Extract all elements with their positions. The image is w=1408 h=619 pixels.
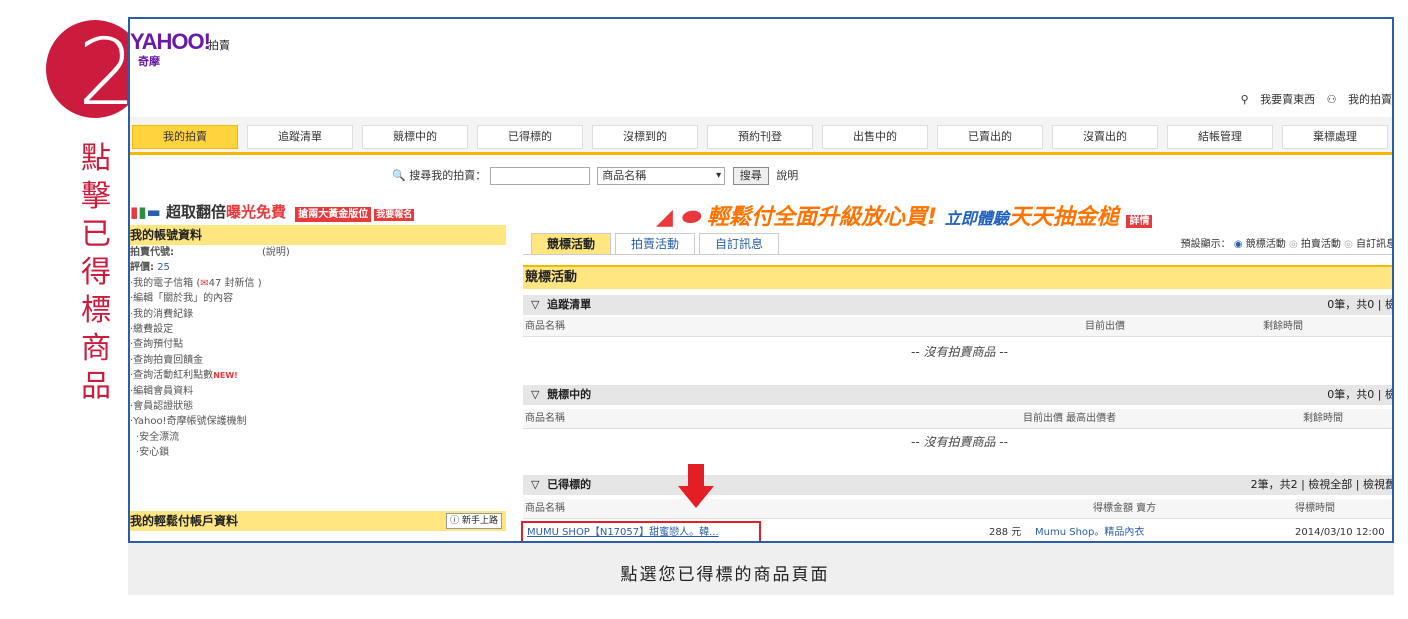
tab-bidding[interactable]: 競標中的 — [362, 125, 468, 149]
radio-bidding[interactable]: ◉ — [1234, 239, 1243, 250]
account-panel: 拍賣代號: (說明) 評價: 25 ‧我的電子信箱 (✉47 封新信 ) ‧編輯「… — [130, 245, 506, 460]
radio-auction[interactable]: ◎ — [1289, 239, 1298, 250]
promo-banner-right[interactable]: ◢ ⬬ 輕鬆付全面升級放心買! 立即體驗天天抽金槌 詳情 — [656, 199, 1392, 230]
search-field-select[interactable]: 商品名稱 — [597, 167, 726, 185]
caption: 點選您已得標的商品頁面 — [620, 565, 830, 585]
menu-account-protection[interactable]: ‧Yahoo!奇摩帳號保護機制 — [130, 414, 506, 429]
won-price: 288 元 — [989, 527, 1022, 538]
search-bar: 🔍 搜尋我的拍賣： 商品名稱 搜尋 說明 — [392, 167, 798, 185]
search-icon: 🔍 — [392, 169, 406, 182]
new-badge: NEW! — [213, 371, 238, 381]
menu-about-me[interactable]: ‧編輯「關於我」的內容 — [130, 291, 506, 306]
menu-edit-member[interactable]: ‧編輯會員資料 — [130, 384, 506, 399]
menu-verification[interactable]: ‧會員認證狀態 — [130, 399, 506, 414]
menu-email[interactable]: ‧我的電子信箱 (✉47 封新信 ) — [130, 276, 506, 291]
bidding-header[interactable]: ▽ 競標中的 0筆，共0 | 檢 — [523, 385, 1392, 405]
tab-watchlist[interactable]: 追蹤清單 — [247, 125, 353, 149]
radio-custom[interactable]: ◎ — [1344, 239, 1353, 250]
tab-checkout[interactable]: 結帳管理 — [1167, 125, 1273, 149]
down-arrow-icon — [678, 464, 714, 508]
menu-purchase-history[interactable]: ‧我的消費紀錄 — [130, 307, 506, 322]
tab-lost[interactable]: 沒標到的 — [592, 125, 698, 149]
main-tabbar: 我的拍賣 追蹤清單 競標中的 已得標的 沒標到的 預約刊登 出售中的 已賣出的 … — [130, 117, 1392, 155]
section-title: 競標活動 — [523, 265, 1392, 289]
search-label: 搜尋我的拍賣： — [409, 169, 487, 182]
newbie-button[interactable]: ⓘ 新手上路 — [446, 513, 502, 529]
my-auction-link[interactable]: ⚇ 我的拍賣 — [1327, 93, 1392, 106]
watchlist-header[interactable]: ▽ 追蹤清單 0筆，共0 | 檢 — [523, 295, 1392, 315]
won-seller-link[interactable]: Mumu Shop。精品內衣 — [1035, 523, 1144, 541]
yahoo-logo[interactable]: YAHOO! 奇摩 拍賣 — [130, 29, 230, 68]
activity-tabs: 競標活動 拍賣活動 自訂訊息 預設顯示： ◉ 競標活動 ◎ 拍賣活動 ◎ 自訂訊… — [523, 231, 1394, 255]
tab-scheduled[interactable]: 預約刊登 — [707, 125, 813, 149]
won-columns: 商品名稱 得標金額 賣方 得標時間 — [523, 499, 1392, 519]
mail-icon: ✉ — [200, 277, 209, 289]
bidding-columns: 商品名稱 目前出價 最高出價者 剩餘時間 — [523, 409, 1392, 429]
menu-safe-lock[interactable]: ‧安心鎖 — [130, 445, 506, 460]
search-help-link[interactable]: 說明 — [776, 169, 798, 182]
menu-bonus-points[interactable]: ‧查詢活動紅利點數NEW! — [130, 368, 506, 383]
sell-link[interactable]: ⚲ 我要賣東西 — [1241, 93, 1316, 106]
watchlist-columns: 商品名稱 目前出價 剩餘時間 — [523, 317, 1392, 337]
highlight-box — [521, 521, 761, 541]
won-time: 2014/03/10 12:00 — [1295, 527, 1385, 538]
menu-payment-settings[interactable]: ‧繳費設定 — [130, 322, 506, 337]
tab-abandon[interactable]: 棄標處理 — [1282, 125, 1388, 149]
won-header[interactable]: ▽ 已得標的 2筆，共2 | 檢視全部 | 檢視舊 — [523, 475, 1392, 495]
menu-safe-stamp[interactable]: ‧安全漂流 — [130, 430, 506, 445]
tab-my-auction[interactable]: 我的拍賣 — [132, 125, 238, 149]
tab-won[interactable]: 已得標的 — [477, 125, 583, 149]
seller-id-help[interactable]: (說明) — [262, 247, 290, 258]
search-button[interactable]: 搜尋 — [732, 167, 769, 185]
search-input[interactable] — [489, 167, 590, 185]
menu-prepaid[interactable]: ‧查詢預付點 — [130, 337, 506, 352]
account-panel-title: 我的帳號資料 — [130, 225, 506, 245]
step-instruction: 點 擊 已 得 標 商 品 — [81, 141, 111, 404]
subtab-auction-activity[interactable]: 拍賣活動 — [615, 233, 695, 255]
watchlist-empty: -- 沒有拍賣商品 -- — [911, 345, 1008, 359]
bidding-empty: -- 沒有拍賣商品 -- — [911, 435, 1008, 449]
promo-banner-left[interactable]: ▮▮▬ 超取翻倍曝光免費 搶兩大黃金版位 我要報名 — [130, 201, 506, 223]
screenshot-frame: YAHOO! 奇摩 拍賣 ⚲ 我要賣東西 ⚇ 我的拍賣 我的拍賣 追蹤清單 競標… — [128, 17, 1394, 543]
payment-panel-title: 我的輕鬆付帳戶資料 ⓘ 新手上路 — [130, 511, 506, 531]
default-display-options: 預設顯示： ◉ 競標活動 ◎ 拍賣活動 ◎ 自訂訊息 — [1180, 239, 1394, 250]
subtab-custom-message[interactable]: 自訂訊息 — [699, 233, 779, 255]
tab-selling[interactable]: 出售中的 — [822, 125, 928, 149]
tab-sold[interactable]: 已賣出的 — [937, 125, 1043, 149]
top-links: ⚲ 我要賣東西 ⚇ 我的拍賣 — [1233, 91, 1392, 107]
subtab-bidding-activity[interactable]: 競標活動 — [531, 233, 611, 255]
menu-rebate[interactable]: ‧查詢拍賣回饋金 — [130, 353, 506, 368]
tab-unsold[interactable]: 沒賣出的 — [1052, 125, 1158, 149]
